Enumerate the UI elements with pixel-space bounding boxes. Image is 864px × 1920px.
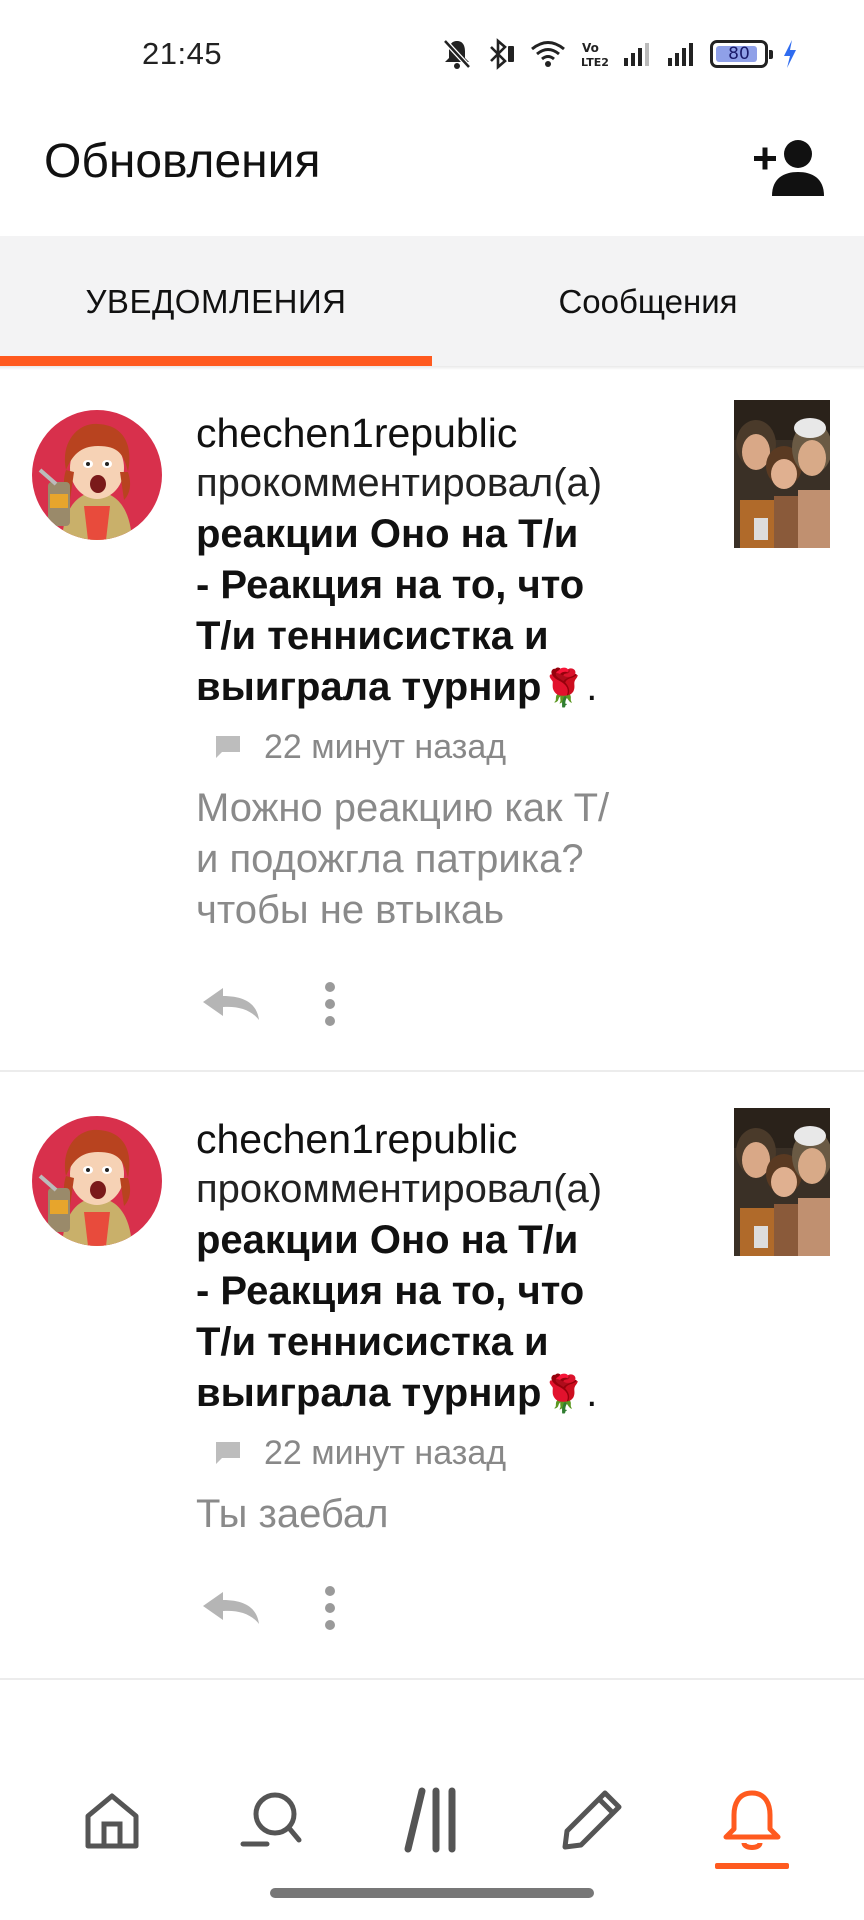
story-title-line: выиграла турнир — [196, 1371, 542, 1415]
signal-icon — [624, 43, 649, 66]
story-title[interactable]: реакции Оно на Т/и - Реакция на то, что … — [196, 1215, 696, 1419]
signal-icon — [668, 43, 693, 66]
reply-icon — [203, 1592, 259, 1624]
story-cover-thumbnail[interactable] — [734, 1108, 830, 1256]
volte-icon: Vo LTE2 — [581, 41, 608, 69]
action-text: прокомментировал(а) — [196, 1167, 603, 1211]
notification-feed: chechen1republic прокомментировал(а) реа… — [0, 372, 864, 1680]
add-person-icon — [754, 140, 824, 196]
library-icon — [404, 1787, 456, 1853]
notification-body: chechen1republic прокомментировал(а) реа… — [196, 1114, 696, 1540]
avatar[interactable] — [32, 1116, 162, 1246]
add-friend-button[interactable] — [748, 132, 828, 204]
battery-level: 80 — [728, 44, 750, 64]
home-indicator[interactable] — [270, 1888, 594, 1898]
tab-notifications[interactable]: УВЕДОМЛЕНИЯ — [0, 236, 432, 368]
more-vertical-icon — [325, 1586, 335, 1630]
nav-search[interactable] — [227, 1775, 317, 1865]
action-text: прокомментировал(а) — [196, 461, 603, 505]
notification-actions — [196, 974, 342, 1034]
notification-item[interactable]: chechen1republic прокомментировал(а) реа… — [0, 372, 864, 1072]
nav-notifications[interactable] — [707, 1775, 797, 1869]
comment-text: Ты заебал — [196, 1489, 696, 1540]
notification-body: chechen1republic прокомментировал(а) реа… — [196, 408, 696, 936]
notification-meta: 22 минут назад — [214, 1433, 696, 1473]
story-title-line: реакции Оно на Т/и — [196, 1218, 579, 1262]
title-dot: . — [586, 1371, 598, 1415]
reply-icon — [203, 988, 259, 1020]
timestamp: 22 минут назад — [264, 1433, 507, 1472]
story-title-line: выиграла турнир — [196, 665, 542, 709]
comment-icon — [216, 1442, 240, 1464]
notification-meta: 22 минут назад — [214, 727, 696, 767]
more-options-button[interactable] — [318, 978, 342, 1030]
active-tab-indicator — [0, 356, 432, 366]
title-dot: . — [586, 665, 598, 709]
reply-button[interactable] — [196, 980, 266, 1028]
comment-icon — [216, 736, 240, 758]
svg-text:Vo: Vo — [582, 41, 599, 55]
status-bar: 21:45 Vo LTE2 80 — [0, 0, 864, 110]
notification-item[interactable]: chechen1republic прокомментировал(а) реа… — [0, 1072, 864, 1680]
status-icons: Vo LTE2 80 — [442, 32, 798, 76]
reply-button[interactable] — [196, 1584, 266, 1632]
mute-icon — [443, 39, 471, 69]
search-icon — [240, 1792, 302, 1847]
more-options-button[interactable] — [318, 1582, 342, 1634]
nav-library[interactable] — [387, 1775, 477, 1865]
username[interactable]: chechen1republic — [196, 1114, 696, 1164]
avatar[interactable] — [32, 410, 162, 540]
comment-text: Можно реакцию как Т/ и подожгла патрика?… — [196, 783, 696, 936]
bluetooth-icon — [490, 38, 514, 70]
svg-text:LTE2: LTE2 — [581, 56, 608, 69]
rose-emoji: 🌹 — [541, 1373, 587, 1414]
nav-home[interactable] — [67, 1775, 157, 1865]
notification-actions — [196, 1578, 342, 1638]
story-cover-thumbnail[interactable] — [734, 400, 830, 548]
pencil-icon — [562, 1790, 622, 1850]
bottom-nav — [0, 1760, 864, 1880]
timestamp: 22 минут назад — [264, 727, 507, 766]
story-title-line: - Реакция на то, что — [196, 563, 585, 607]
bell-icon — [723, 1790, 781, 1850]
nav-write[interactable] — [547, 1775, 637, 1865]
rose-emoji: 🌹 — [541, 667, 587, 708]
home-icon — [85, 1793, 139, 1849]
tab-messages[interactable]: Сообщения — [432, 236, 864, 368]
comment-line: и подожгла патрика? — [196, 837, 584, 881]
active-nav-indicator — [715, 1863, 789, 1869]
story-title-line: - Реакция на то, что — [196, 1269, 585, 1313]
wifi-icon — [531, 41, 565, 67]
status-time: 21:45 — [142, 36, 223, 71]
more-vertical-icon — [325, 982, 335, 1026]
charging-icon — [784, 40, 796, 68]
comment-line: Можно реакцию как Т/ — [196, 786, 610, 830]
story-title-line: реакции Оно на Т/и — [196, 512, 579, 556]
comment-line: чтобы не втыкаь — [196, 888, 505, 932]
story-title[interactable]: реакции Оно на Т/и - Реакция на то, что … — [196, 509, 696, 713]
tab-bar: УВЕДОМЛЕНИЯ Сообщения — [0, 236, 864, 368]
page-title: Обновления — [44, 135, 321, 188]
app-header: Обновления — [0, 110, 864, 236]
username[interactable]: chechen1republic — [196, 408, 696, 458]
story-title-line: Т/и теннисистка и — [196, 614, 549, 658]
battery-icon: 80 — [710, 40, 773, 68]
story-title-line: Т/и теннисистка и — [196, 1320, 549, 1364]
comment-line: Ты заебал — [196, 1492, 389, 1536]
